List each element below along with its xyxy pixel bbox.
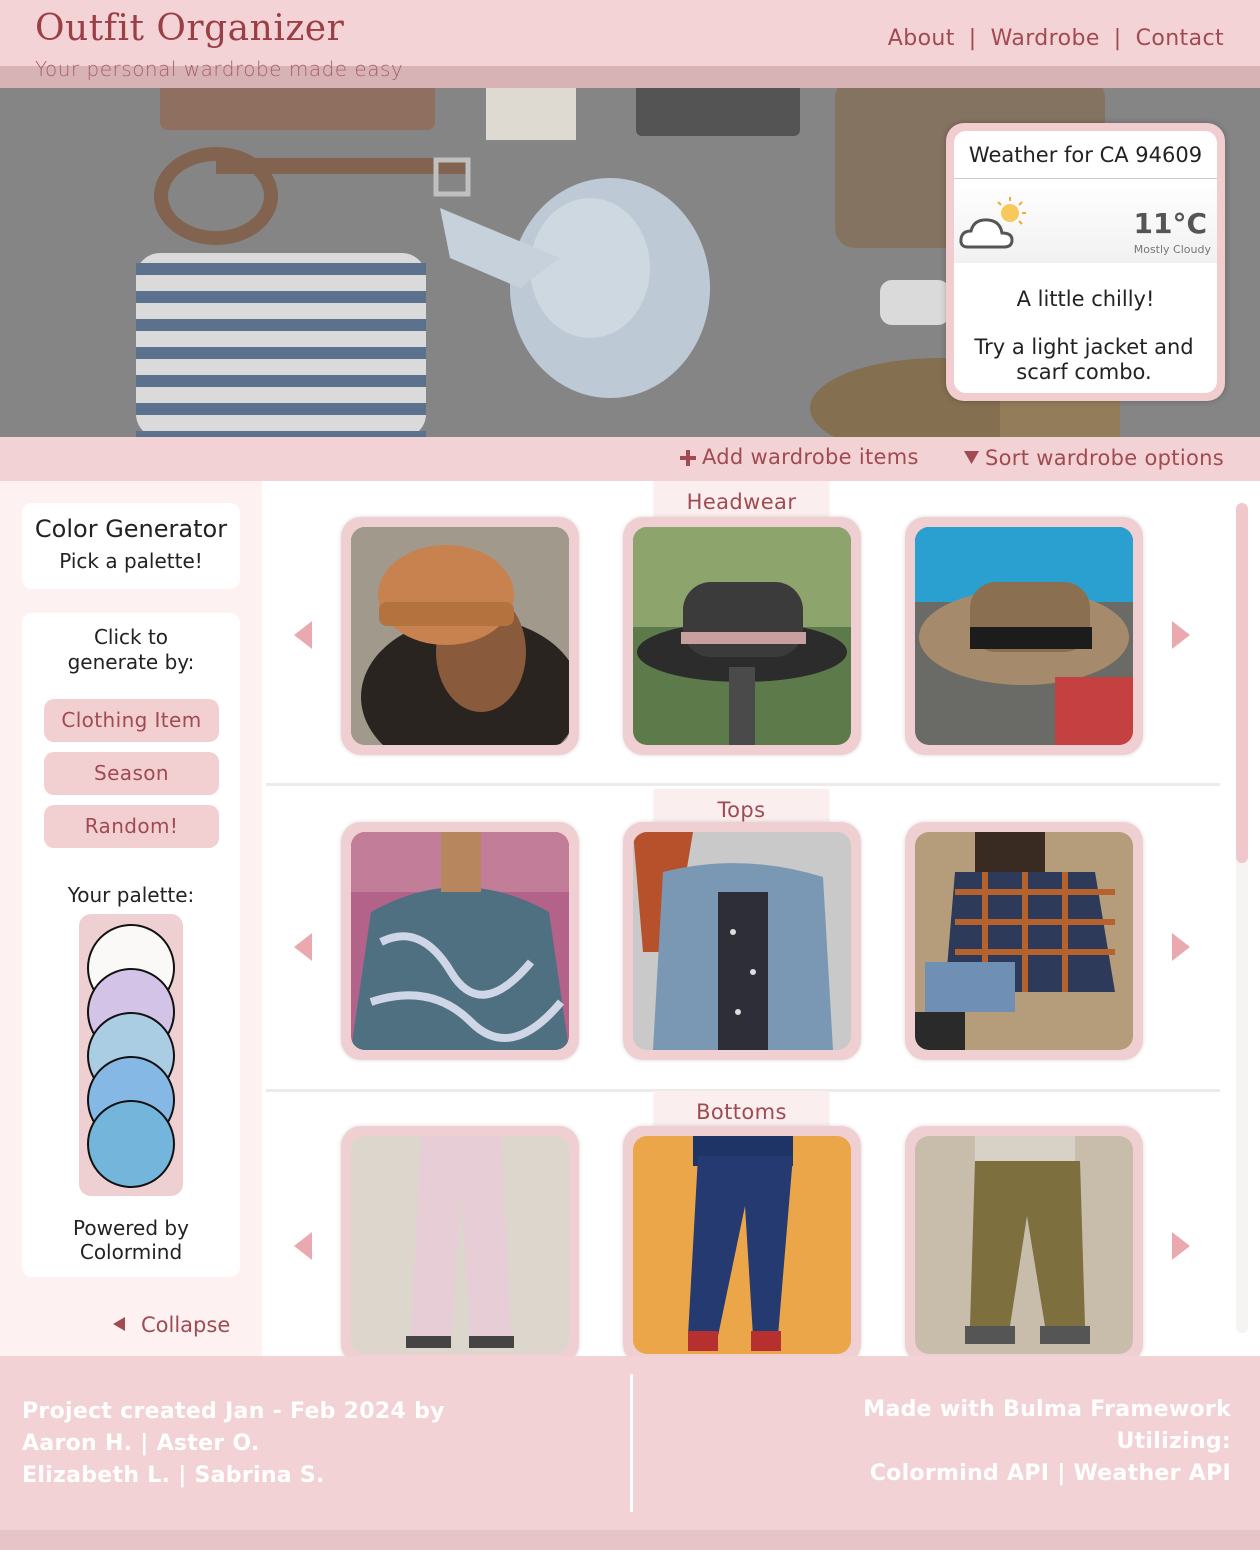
weather-suggestion: Try a light jacket and scarf combo. <box>974 335 1194 384</box>
bottoms-item-1[interactable] <box>341 1126 579 1356</box>
headwear-prev-arrow[interactable] <box>294 621 312 649</box>
sort-options-label: Sort wardrobe options <box>985 446 1224 470</box>
weather-temperature: 11°C <box>1133 207 1207 240</box>
triangle-down-icon <box>964 445 979 469</box>
bottoms-item-3[interactable] <box>905 1126 1143 1356</box>
bottoms-section: Bottoms <box>262 1091 1220 1356</box>
generate-random-button[interactable]: Random! <box>44 805 219 848</box>
color-generator-sidebar: Color Generator Pick a palette! Click to… <box>0 481 262 1356</box>
weather-widget: 11°C Mostly Cloudy <box>954 179 1217 263</box>
palette-swatch-5 <box>87 1100 175 1188</box>
triangle-left-icon <box>113 1312 125 1336</box>
footer-divider <box>630 1374 633 1512</box>
section-divider <box>266 783 1220 786</box>
bottoms-item-2[interactable] <box>623 1126 861 1356</box>
headwear-item-1[interactable] <box>341 517 579 755</box>
nav-wardrobe[interactable]: Wardrobe <box>991 26 1100 51</box>
collapse-button[interactable]: Collapse <box>113 1312 230 1337</box>
add-items-button[interactable]: Add wardrobe items <box>680 445 919 471</box>
generate-label: Click to generate by: <box>67 625 195 674</box>
action-bar: Add wardrobe items Sort wardrobe options <box>0 437 1260 481</box>
bottom-strip <box>0 1530 1260 1550</box>
collapse-label: Collapse <box>141 1313 231 1337</box>
palette-generator-card: Click to generate by: Clothing Item Seas… <box>22 613 240 1277</box>
weather-message: A little chilly! <box>1016 287 1155 311</box>
footer-tech-line: Made with Bulma Framework <box>863 1397 1231 1422</box>
plus-icon <box>680 447 696 471</box>
tagline: Your personal wardrobe made easy <box>35 57 404 81</box>
tops-item-3[interactable] <box>905 822 1143 1060</box>
headwear-item-2[interactable] <box>623 517 861 755</box>
wardrobe-scroll-thumb[interactable] <box>1236 503 1248 863</box>
footer-credits-line: Aaron H. | Aster O. <box>22 1431 260 1456</box>
headwear-next-arrow[interactable] <box>1172 621 1190 649</box>
nav-separator: | <box>1113 26 1122 51</box>
color-generator-title: Color Generator <box>34 515 228 543</box>
tops-section: Tops <box>262 789 1220 1092</box>
partly-cloudy-icon <box>958 195 1030 259</box>
palette-swatches <box>79 914 183 1196</box>
tops-item-2[interactable] <box>623 822 861 1060</box>
footer-tech-line: Utilizing: <box>1116 1429 1231 1454</box>
color-generator-header: Color Generator Pick a palette! <box>22 503 240 589</box>
wardrobe-area: Headwear Tops Bottoms <box>262 481 1260 1356</box>
nav-separator: | <box>968 26 977 51</box>
powered-by: Powered by Colormind <box>73 1216 189 1264</box>
add-items-label: Add wardrobe items <box>702 445 919 469</box>
palette-label: Your palette: <box>67 883 195 907</box>
headwear-item-3[interactable] <box>905 517 1143 755</box>
bottoms-prev-arrow[interactable] <box>294 1232 312 1260</box>
generate-by-season-button[interactable]: Season <box>44 752 219 795</box>
tops-next-arrow[interactable] <box>1172 933 1190 961</box>
footer-credits-line: Elizabeth L. | Sabrina S. <box>22 1463 325 1488</box>
brand-title[interactable]: Outfit Organizer <box>35 8 344 49</box>
nav-about[interactable]: About <box>888 26 955 51</box>
bottoms-next-arrow[interactable] <box>1172 1232 1190 1260</box>
sort-options-button[interactable]: Sort wardrobe options <box>964 445 1224 470</box>
color-generator-subtitle: Pick a palette! <box>59 549 203 573</box>
wardrobe-scrollbar[interactable] <box>1236 503 1248 1333</box>
tops-prev-arrow[interactable] <box>294 933 312 961</box>
main-nav: About | Wardrobe | Contact <box>888 26 1224 51</box>
weather-title: Weather for CA 94609 <box>954 131 1217 179</box>
tops-item-1[interactable] <box>341 822 579 1060</box>
headwear-section: Headwear <box>262 481 1220 786</box>
footer-credits-line: Project created Jan - Feb 2024 by <box>22 1399 445 1424</box>
footer-credits: Project created Jan - Feb 2024 by Aaron … <box>22 1396 445 1492</box>
nav-contact[interactable]: Contact <box>1136 26 1224 51</box>
footer-tech: Made with Bulma Framework Utilizing: Col… <box>863 1394 1231 1490</box>
site-footer: Project created Jan - Feb 2024 by Aaron … <box>0 1356 1260 1530</box>
weather-card: Weather for CA 94609 11°C Mostly Cloudy … <box>946 123 1225 401</box>
weather-card-body: Weather for CA 94609 11°C Mostly Cloudy … <box>954 131 1217 393</box>
generate-by-clothing-button[interactable]: Clothing Item <box>44 699 219 742</box>
weather-condition: Mostly Cloudy <box>1133 243 1211 256</box>
footer-tech-line: Colormind API | Weather API <box>869 1461 1231 1486</box>
